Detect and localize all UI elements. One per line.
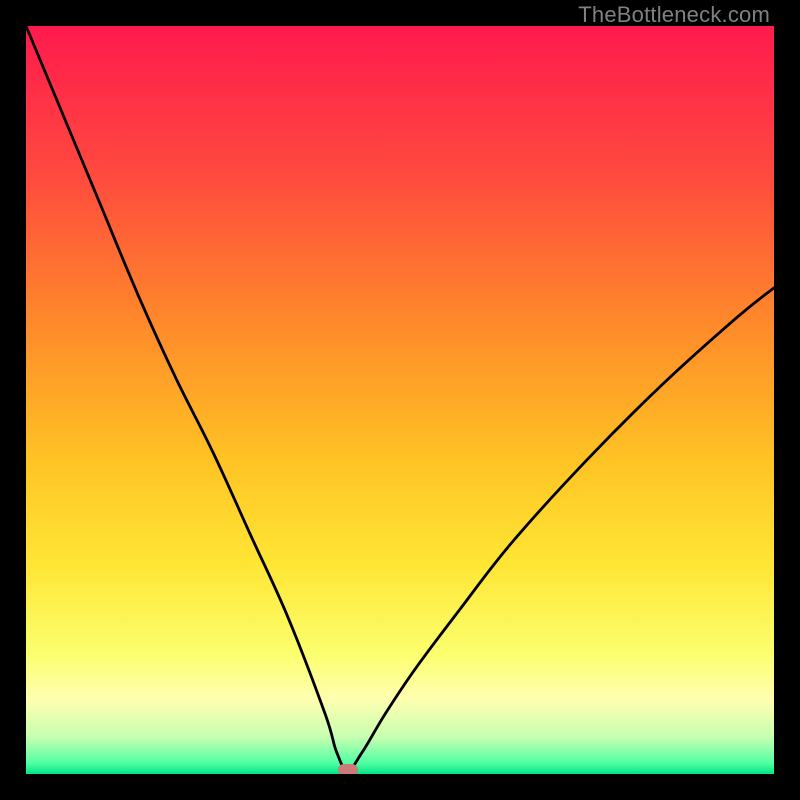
watermark-text: TheBottleneck.com — [578, 2, 770, 28]
optimum-marker — [338, 764, 358, 774]
chart-frame: TheBottleneck.com — [0, 0, 800, 800]
plot-area — [26, 26, 774, 774]
background-gradient — [26, 26, 774, 774]
